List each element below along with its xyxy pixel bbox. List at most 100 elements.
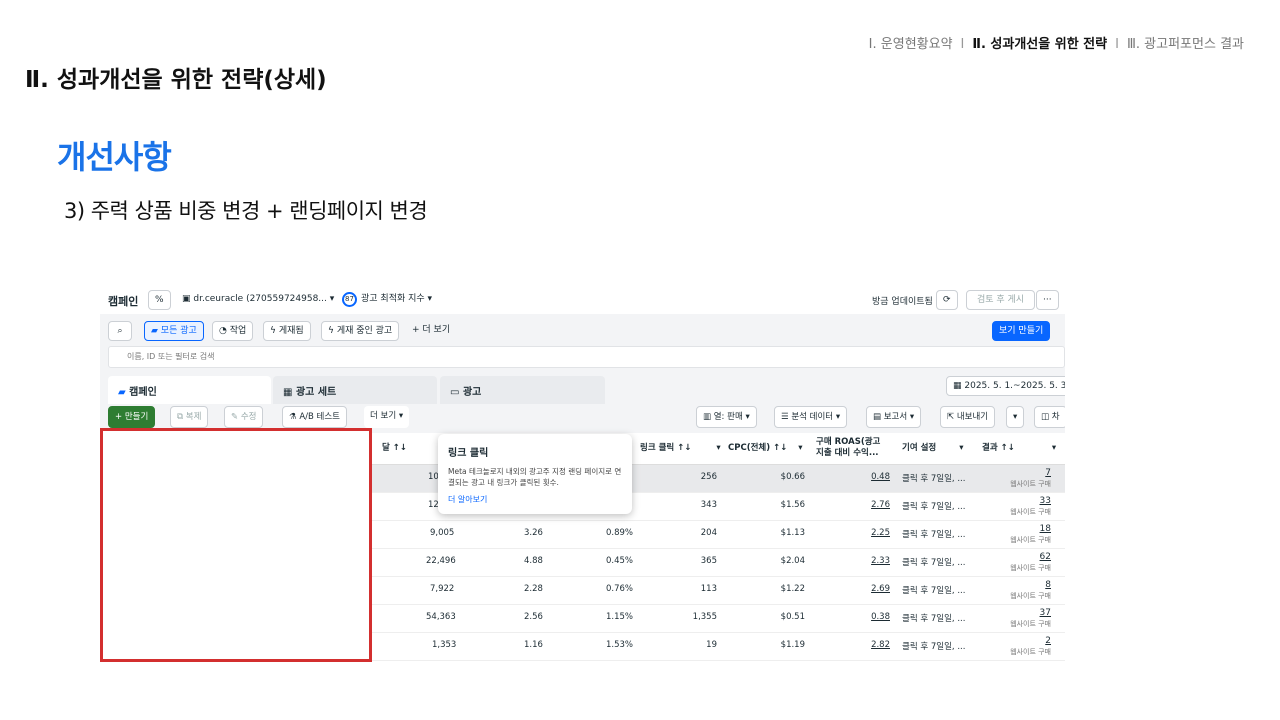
cell-results[interactable]: 2 웹사이트 구매: [1010, 636, 1051, 657]
tab-label: 광고: [462, 387, 482, 398]
breakdown-dropdown[interactable]: ☰ 분석 데이터 ▾: [774, 406, 848, 428]
cell-roas[interactable]: 2.25: [871, 528, 890, 538]
account-name: dr.ceuracle (270559724958...: [193, 294, 327, 304]
cell: 4.88: [524, 556, 543, 566]
column-header-attribution[interactable]: 기여 설정 ▾: [902, 441, 964, 453]
cell: 7,922: [430, 584, 455, 594]
updated-status: 방금 업데이트됨: [872, 297, 933, 307]
reports-dropdown[interactable]: ▤ 보고서 ▾: [866, 406, 922, 428]
cell-results[interactable]: 37 웹사이트 구매: [1010, 608, 1051, 629]
ads-manager-screenshot: 캠페인 % ▣ dr.ceuracle (270559724958... ▾ 8…: [100, 288, 1065, 664]
result-label: 웹사이트 구매: [1010, 508, 1051, 516]
filter-delivered[interactable]: ϟ 게재됨: [263, 321, 311, 341]
cell-cpc: $0.66: [780, 472, 805, 482]
cell-attribution: 클릭 후 7일일, ...: [902, 614, 966, 624]
cell-results[interactable]: 62 웹사이트 구매: [1010, 552, 1051, 573]
cell-results[interactable]: 18 웹사이트 구매: [1010, 524, 1051, 545]
result-value: 18: [1039, 524, 1051, 534]
result-value: 2: [1045, 636, 1051, 646]
cell-roas[interactable]: 0.38: [871, 612, 890, 622]
date-range-picker[interactable]: ▦ 2025. 5. 1.~2025. 5. 31.: [946, 376, 1065, 396]
edit-button[interactable]: ✎ 수정: [224, 406, 264, 428]
column-header-results[interactable]: 결과 ↑↓ ▾: [982, 441, 1056, 453]
result-value: 7: [1045, 468, 1051, 478]
cell-attribution: 클릭 후 7일일, ...: [902, 586, 966, 596]
cell-results[interactable]: 8 웹사이트 구매: [1010, 580, 1051, 601]
create-label: 만들기: [124, 412, 149, 422]
nav-item-1[interactable]: Ⅰ. 운영현황요약: [869, 33, 953, 52]
cell-roas[interactable]: 2.33: [871, 556, 890, 566]
gauge-icon: ◔: [219, 326, 230, 336]
cell-attribution: 클릭 후 7일일, ...: [902, 502, 966, 512]
cell-link-clicks: 343: [700, 500, 717, 510]
export-button[interactable]: ⇱ 내보내기: [940, 406, 996, 428]
percent-chip[interactable]: %: [148, 290, 171, 310]
create-button[interactable]: + 만들기: [108, 406, 156, 428]
filter-label: 모든 광고: [160, 326, 197, 336]
review-publish-button[interactable]: 검토 후 게시: [966, 290, 1036, 310]
nav-item-3[interactable]: Ⅲ. 광고퍼포먼스 결과: [1127, 33, 1244, 52]
columns-icon: ▥: [703, 412, 714, 422]
duplicate-button[interactable]: ⧉ 복제: [170, 406, 209, 428]
cell: 22,496: [426, 556, 456, 566]
header-label: 구매 ROAS(광고: [816, 437, 881, 447]
column-header-cpc[interactable]: CPC(전체) ↑↓ ▾: [728, 441, 803, 453]
bolt-icon: ϟ: [328, 326, 337, 336]
ab-test-label: A/B 테스트: [299, 412, 341, 422]
cell-results[interactable]: 33 웹사이트 구매: [1010, 496, 1051, 517]
copy-icon: ⧉: [177, 412, 186, 422]
tab-adset[interactable]: ▦ 광고 세트: [273, 376, 437, 404]
tab-ad[interactable]: ▭ 광고: [440, 376, 605, 404]
sub-title: 3) 주력 상품 비중 변경 + 랜딩페이지 변경: [64, 199, 428, 223]
more-options-button[interactable]: ···: [1036, 290, 1059, 310]
cell-roas[interactable]: 0.48: [871, 472, 890, 482]
cell: 1.15%: [606, 612, 634, 622]
column-header[interactable]: 달 ↑↓: [382, 441, 407, 453]
toolbar-more-label: 더 보기: [370, 411, 397, 421]
result-value: 37: [1039, 608, 1051, 618]
cell-roas[interactable]: 2.76: [871, 500, 890, 510]
pencil-icon: ✎: [231, 412, 241, 422]
report-icon: ▤: [873, 412, 884, 422]
cell: 1.16: [524, 640, 543, 650]
filter-label: 작업: [229, 326, 247, 336]
cell-roas[interactable]: 2.82: [871, 640, 890, 650]
columns-dropdown[interactable]: ▥ 열: 판매 ▾: [696, 406, 757, 428]
cell-link-clicks: 1,355: [692, 612, 717, 622]
search-input[interactable]: 이름, ID 또는 필터로 검색: [108, 346, 1065, 368]
header-label: 링크 클릭 ↑↓: [640, 443, 692, 453]
search-icon[interactable]: ⌕: [108, 321, 132, 341]
chart-button[interactable]: ◫ 차: [1034, 406, 1065, 428]
filter-actions[interactable]: ◔ 작업: [212, 321, 254, 341]
slide-title: Ⅱ. 성과개선을 위한 전략(상세): [25, 67, 327, 93]
toolbar-more-button[interactable]: 더 보기 ▾: [364, 406, 410, 428]
ab-test-button[interactable]: ⚗ A/B 테스트: [282, 406, 348, 428]
refresh-icon[interactable]: ⟳: [936, 290, 958, 310]
column-header-link-clicks[interactable]: 링크 클릭 ↑↓ ▾: [640, 441, 721, 453]
filter-label: 게재 중인 광고: [336, 326, 393, 336]
header-label: CPC(전체) ↑↓: [728, 443, 788, 453]
cell-attribution: 클릭 후 7일일, ...: [902, 530, 966, 540]
optimization-score[interactable]: 87 광고 최적화 지수 ▾: [336, 290, 439, 310]
create-view-button[interactable]: 보기 만들기: [992, 321, 1051, 341]
account-selector[interactable]: ▣ dr.ceuracle (270559724958... ▾: [176, 290, 341, 310]
cell: 0.89%: [606, 528, 634, 538]
column-header-roas[interactable]: 구매 ROAS(광고 지출 대비 수익...: [816, 437, 880, 459]
filter-active-ads[interactable]: ϟ 게재 중인 광고: [321, 321, 400, 341]
tab-campaign[interactable]: ▰ 캠페인: [108, 376, 271, 404]
cell-link-clicks: 365: [700, 556, 717, 566]
campaign-heading: 캠페인: [108, 295, 139, 308]
nav-item-2-active[interactable]: Ⅱ. 성과개선을 위한 전략: [972, 33, 1107, 52]
account-icon: ▣: [182, 294, 194, 304]
filter-all-ads[interactable]: ▰ 모든 광고: [144, 321, 204, 341]
export-icon: ⇱: [947, 412, 957, 422]
cell-results[interactable]: 7 웹사이트 구매: [1010, 468, 1051, 489]
nav-separator: I: [1115, 37, 1119, 52]
export-dropdown-icon[interactable]: ▾: [1006, 406, 1025, 428]
cell-roas[interactable]: 2.69: [871, 584, 890, 594]
header-label: 기여 설정: [902, 443, 937, 453]
more-view-button[interactable]: + 더 보기: [406, 321, 456, 341]
folder-icon: ▰: [118, 387, 130, 398]
tooltip-learn-more-link[interactable]: 더 알아보기: [448, 494, 622, 505]
score-label: 광고 최적화 지수: [361, 294, 425, 304]
